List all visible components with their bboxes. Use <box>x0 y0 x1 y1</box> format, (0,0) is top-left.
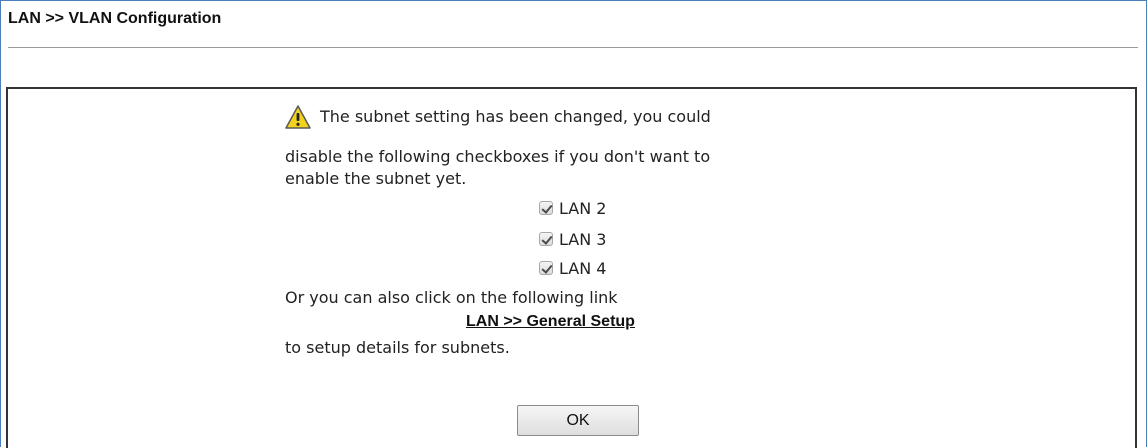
alternative-text: Or you can also click on the following l… <box>285 288 618 307</box>
lan3-label: LAN 3 <box>559 229 607 249</box>
lan2-checkbox[interactable] <box>539 201 553 215</box>
message-line-2: disable the following checkboxes if you … <box>285 147 711 166</box>
warning-triangle-icon <box>285 105 311 129</box>
title-divider <box>8 47 1138 48</box>
message-line-1: The subnet setting has been changed, you… <box>320 107 711 126</box>
checkbox-row-lan3: LAN 3 <box>539 229 606 249</box>
checkbox-row-lan2: LAN 2 <box>539 198 606 218</box>
checkbox-row-lan4: LAN 4 <box>539 258 606 278</box>
message-line-3: enable the subnet yet. <box>285 169 467 188</box>
after-link-text: to setup details for subnets. <box>285 338 510 357</box>
lan-general-setup-link[interactable]: LAN >> General Setup <box>466 313 635 331</box>
page-title: LAN >> VLAN Configuration <box>8 10 222 27</box>
ok-button[interactable]: OK <box>517 405 639 436</box>
lan2-label: LAN 2 <box>559 198 607 218</box>
lan4-checkbox[interactable] <box>539 261 553 275</box>
lan3-checkbox[interactable] <box>539 232 553 246</box>
lan4-label: LAN 4 <box>559 258 607 278</box>
